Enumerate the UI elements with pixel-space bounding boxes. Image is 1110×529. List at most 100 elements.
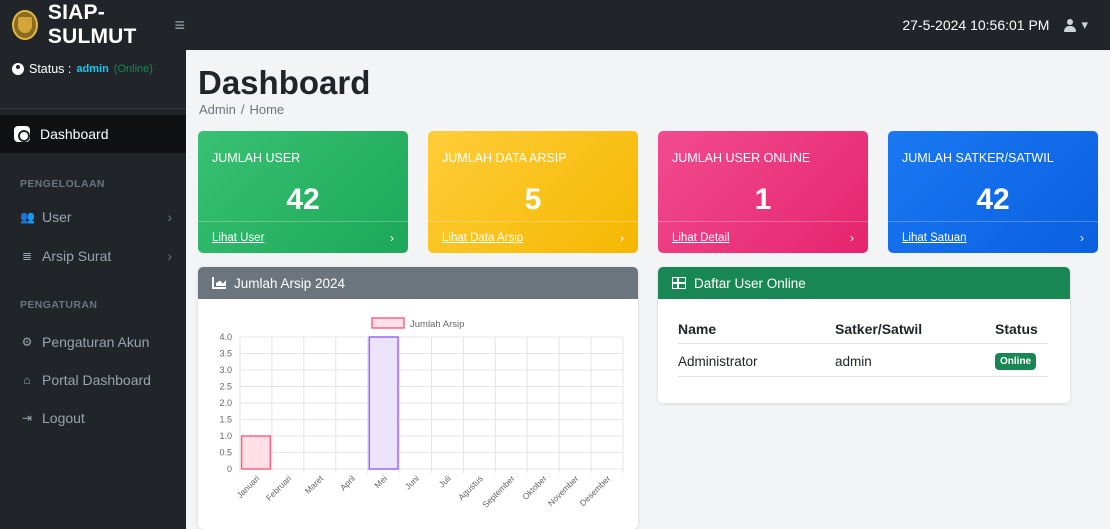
chart-panel: Jumlah Arsip 2024 0 0.5 1.0 1.5 2.0 2.5 3.0 3.5… (198, 267, 638, 529)
card-title: JUMLAH USER ONLINE (672, 151, 811, 165)
chart-panel-header: Jumlah Arsip 2024 (198, 267, 638, 299)
sidebar-item-label: Pengaturan Akun (42, 334, 150, 350)
chevron-right-icon: › (167, 209, 172, 225)
section-heading-pengaturan: PENGATURAN (20, 299, 98, 311)
card-footer: Lihat Data Arsip › (428, 221, 638, 253)
sidebar-item-pengaturan-akun[interactable]: ⚙ Pengaturan Akun (0, 325, 186, 359)
online-users-header: Daftar User Online (658, 267, 1070, 299)
card-value: 42 (286, 183, 320, 216)
card-value: 1 (754, 183, 772, 216)
y-tick-label: 0.5 (219, 448, 232, 458)
menu-toggle-icon[interactable]: ≡ (174, 15, 185, 36)
logout-icon: ⇥ (21, 411, 33, 425)
cell-satker: admin (835, 354, 872, 369)
lihat-detail-link[interactable]: Lihat Detail (672, 232, 730, 244)
legend-swatch (371, 317, 405, 329)
lihat-satuan-link[interactable]: Lihat Satuan (902, 232, 967, 244)
status-online: (Online) (113, 63, 153, 75)
sidebar-item-dashboard[interactable]: Dashboard (0, 115, 186, 153)
tachometer-icon (14, 126, 30, 142)
breadcrumb: Admin / Home (199, 102, 284, 117)
sidebar-item-label: Logout (42, 410, 85, 426)
x-tick-label: Mei (372, 473, 389, 490)
status-badge: Online (995, 353, 1037, 370)
x-tick-label: Oktober (520, 473, 549, 502)
bar-mei (368, 336, 399, 470)
x-tick-label: Desember (578, 473, 613, 508)
y-tick-label: 2.0 (219, 398, 232, 408)
y-tick-label: 1.5 (219, 415, 232, 425)
y-tick-label: 0 (227, 464, 232, 474)
x-tick-label: Maret (303, 473, 326, 496)
card-title: JUMLAH SATKER/SATWIL (902, 151, 1054, 165)
card-value: 5 (524, 183, 542, 216)
x-tick-label: April (338, 473, 357, 492)
breadcrumb-separator: / (240, 102, 245, 117)
x-tick-label: Juli (437, 473, 453, 489)
chevron-right-icon: › (167, 248, 172, 264)
online-users-table: Name Satker/Satwil Status Administrator … (678, 311, 1048, 377)
section-heading-pengelolaan: PENGELOLAAN (20, 178, 105, 190)
table-row: Administrator admin Online (678, 344, 1048, 377)
chevron-right-icon[interactable]: › (1080, 231, 1084, 245)
stat-card-satker: JUMLAH SATKER/SATWIL 42 Lihat Satuan › (888, 131, 1098, 253)
status-username: admin (76, 63, 109, 75)
user-status: Status : admin (Online) (0, 50, 186, 76)
card-title: JUMLAH DATA ARSIP (442, 151, 567, 165)
y-tick-label: 3.5 (219, 349, 232, 359)
col-header-status: Status (995, 321, 1038, 337)
x-tick-label: Juni (403, 473, 421, 491)
sidebar-item-label: User (42, 209, 72, 225)
y-tick-label: 2.5 (219, 382, 232, 392)
arsip-bar-chart: 0 0.5 1.0 1.5 2.0 2.5 3.0 3.5 4.0 Januari Februari… (219, 317, 624, 510)
user-menu-dropdown[interactable]: ▾ (1063, 17, 1088, 33)
online-users-panel: Daftar User Online Name Satker/Satwil St… (658, 267, 1070, 403)
card-footer: Lihat User › (198, 221, 408, 253)
y-tick-label: 4.0 (219, 332, 232, 342)
breadcrumb-admin: Admin (199, 102, 236, 117)
col-header-name: Name (678, 321, 717, 337)
lihat-user-link[interactable]: Lihat User (212, 232, 264, 244)
cell-name: Administrator (678, 354, 758, 369)
table-header-row: Name Satker/Satwil Status (678, 311, 1048, 344)
table-icon (672, 277, 686, 289)
stat-card-user: JUMLAH USER 42 Lihat User › (198, 131, 408, 253)
x-tick-label: Januari (235, 473, 262, 500)
sidebar-item-portal-dashboard[interactable]: ⌂ Portal Dashboard (0, 363, 186, 397)
list-icon: ≣ (21, 249, 33, 263)
y-tick-label: 1.0 (219, 431, 232, 441)
chevron-right-icon[interactable]: › (390, 231, 394, 245)
sidebar-item-label: Arsip Surat (42, 248, 112, 264)
sidebar-item-arsip-surat[interactable]: ≣ Arsip Surat › (0, 239, 186, 273)
x-tick-label: Februari (264, 473, 294, 503)
card-title: JUMLAH USER (212, 151, 301, 165)
card-footer: Lihat Satuan › (888, 221, 1098, 253)
user-circle-icon (12, 63, 24, 75)
stat-card-arsip: JUMLAH DATA ARSIP 5 Lihat Data Arsip › (428, 131, 638, 253)
page-title: Dashboard (198, 64, 371, 101)
divider (0, 108, 186, 109)
chart-panel-title: Jumlah Arsip 2024 (234, 275, 346, 291)
chevron-right-icon[interactable]: › (850, 231, 854, 245)
sidebar: Status : admin (Online) Dashboard PENGEL… (0, 50, 186, 529)
sidebar-item-label: Portal Dashboard (42, 372, 151, 388)
x-tick-label: November (546, 473, 581, 508)
chevron-down-icon: ▾ (1081, 17, 1088, 32)
lihat-data-arsip-link[interactable]: Lihat Data Arsip (442, 232, 523, 244)
brand[interactable]: SIAP-SULMUT ≡ (0, 1, 185, 49)
chevron-right-icon[interactable]: › (620, 231, 624, 245)
x-tick-label: September (480, 473, 517, 510)
sidebar-item-user[interactable]: 👥 User › (0, 200, 186, 234)
sidebar-item-logout[interactable]: ⇥ Logout (0, 401, 186, 435)
sidebar-item-label: Dashboard (40, 126, 109, 142)
y-tick-label: 3.0 (219, 365, 232, 375)
x-tick-label: Agustus (456, 473, 485, 502)
stat-card-user-online: JUMLAH USER ONLINE 1 Lihat Detail › (658, 131, 868, 253)
datetime-display: 27-5-2024 10:56:01 PM (902, 17, 1050, 33)
status-label: Status : (29, 62, 72, 76)
police-logo (12, 10, 38, 40)
user-icon (1063, 18, 1077, 32)
gear-icon: ⚙ (21, 335, 33, 349)
users-icon: 👥 (20, 210, 35, 224)
app-title: SIAP-SULMUT (47, 1, 137, 48)
